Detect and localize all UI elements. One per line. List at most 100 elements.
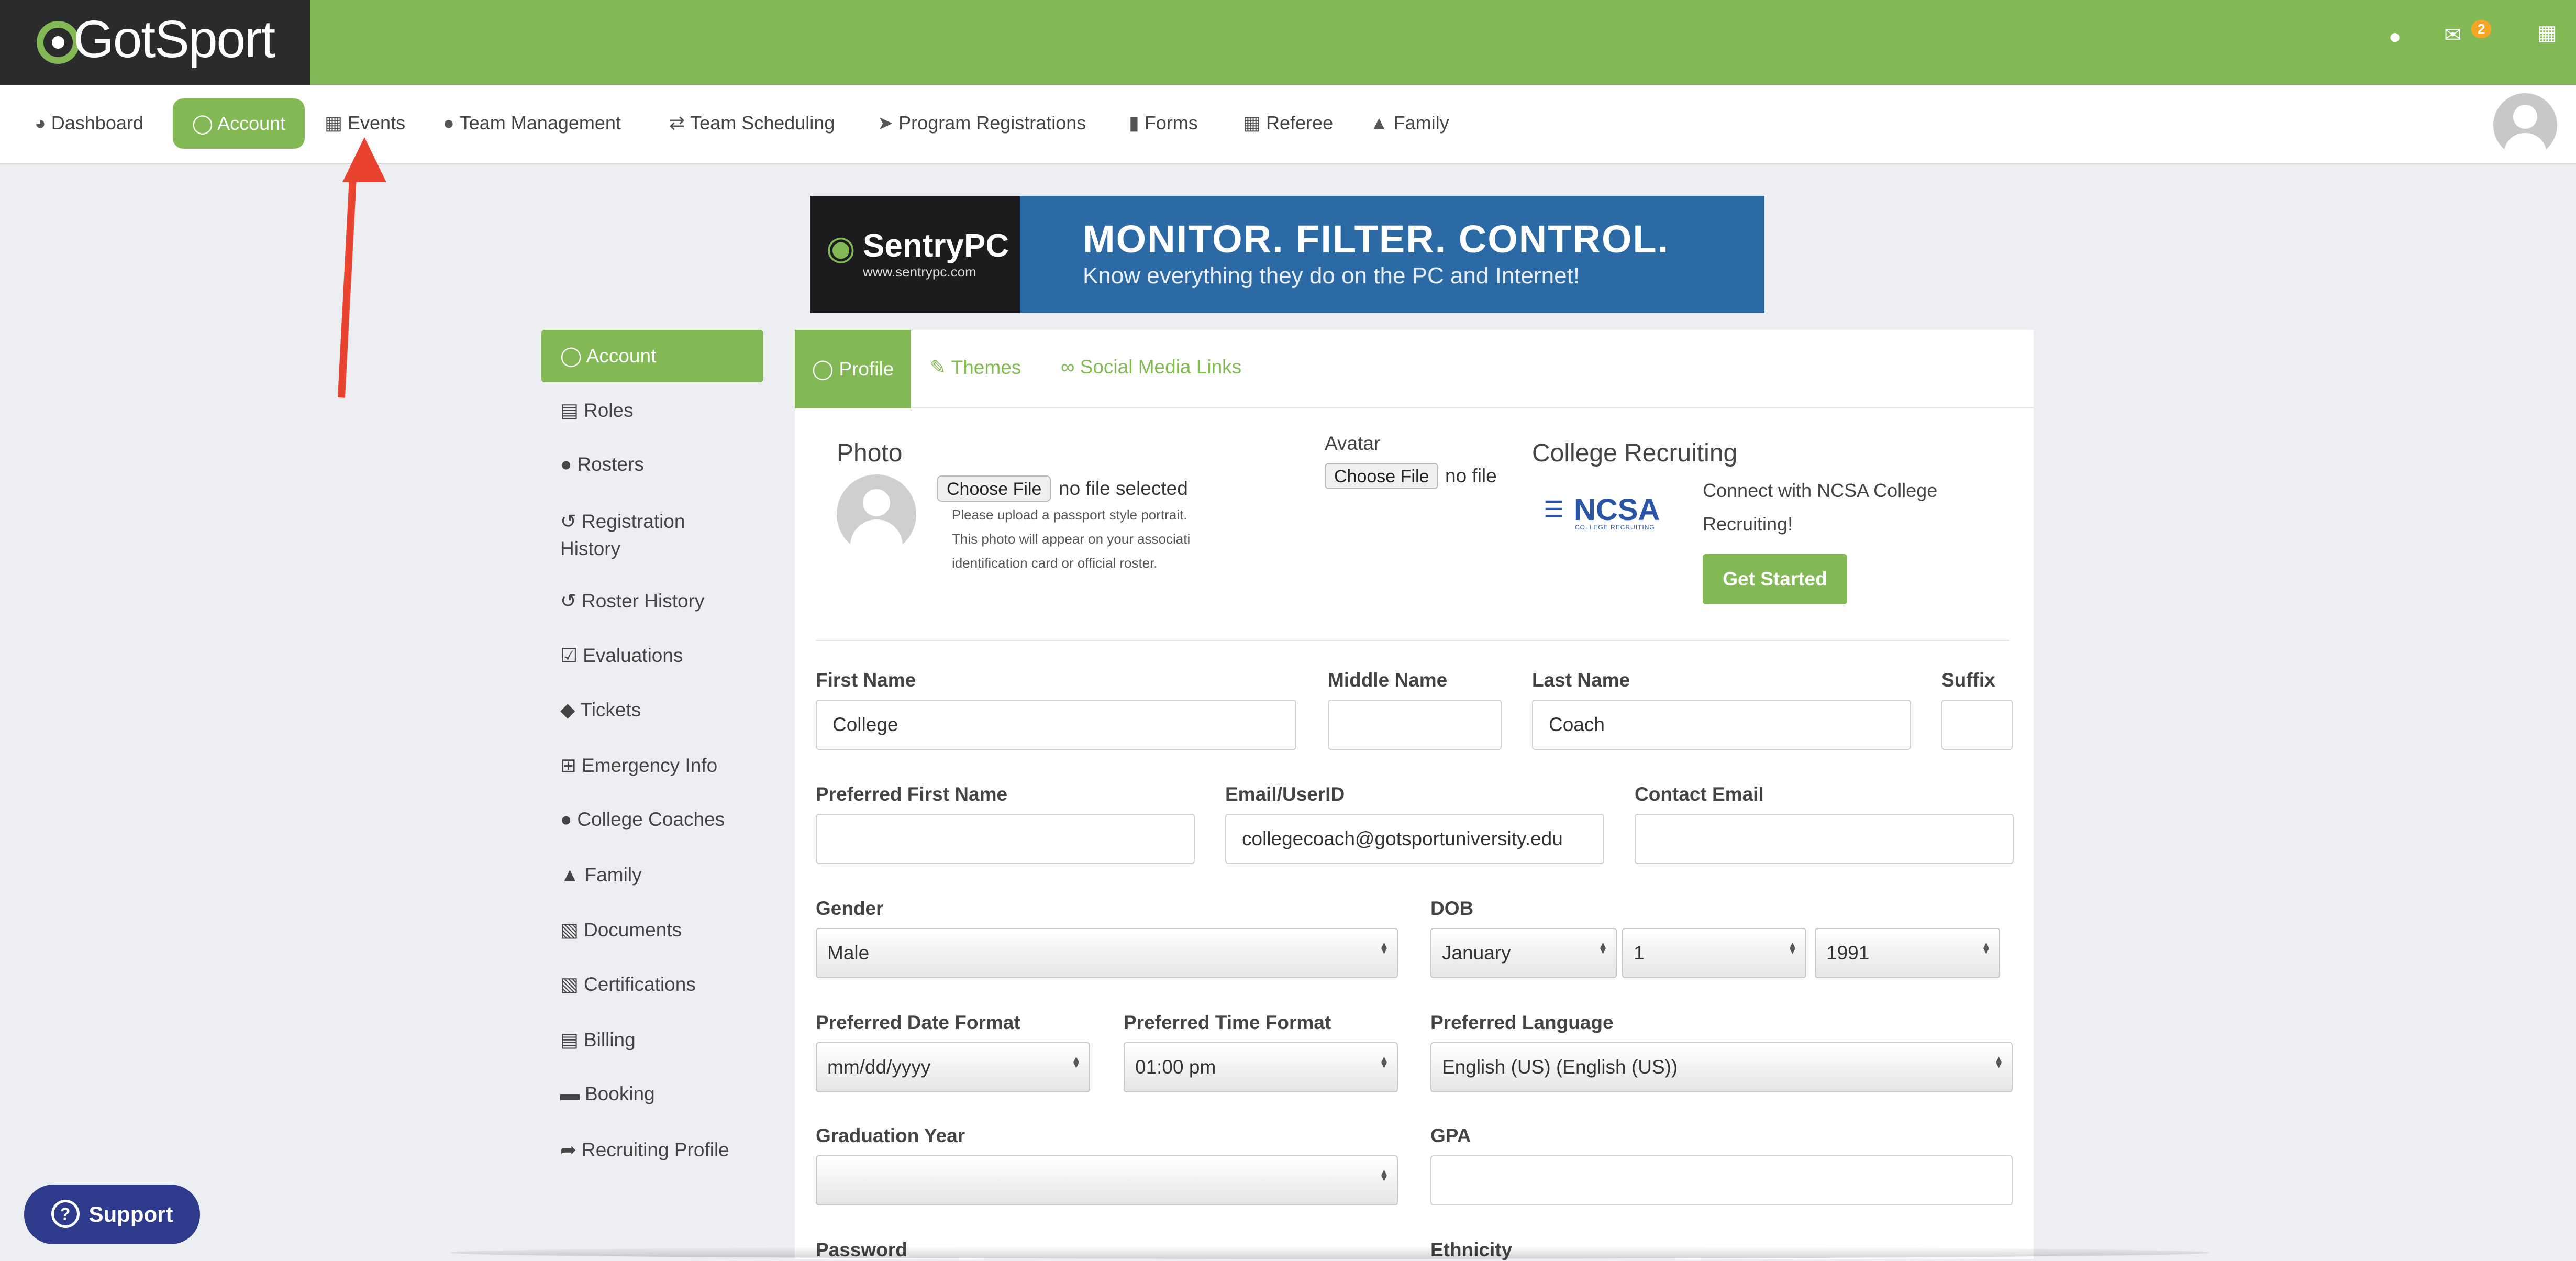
sidebar-item-roles[interactable]: ▤ Roles: [560, 399, 634, 422]
first-name-label: First Name: [816, 669, 916, 691]
sidebar-item-tickets[interactable]: ◆ Tickets: [560, 699, 641, 721]
history-icon: ↺: [560, 590, 577, 612]
email-label: Email/UserID: [1225, 783, 1345, 805]
dob-month-select[interactable]: January: [1430, 928, 1617, 978]
graduation-year-select[interactable]: [816, 1155, 1398, 1205]
tab-themes[interactable]: ✎ Themes: [930, 356, 1021, 379]
user-icon: ●: [560, 809, 572, 830]
sidebar-item-rosters[interactable]: ● Rosters: [560, 453, 644, 475]
sidebar-item-evaluations[interactable]: ☑ Evaluations: [560, 644, 683, 667]
sidebar-item-billing[interactable]: ▤ Billing: [560, 1028, 636, 1051]
folder-open-icon: ▧: [560, 974, 579, 995]
photo-choose-file-button[interactable]: Choose File: [937, 475, 1051, 502]
tab-profile[interactable]: ◯ Profile: [795, 330, 911, 408]
nav-referee[interactable]: ▦ Referee: [1243, 112, 1333, 134]
ncsa-mark-icon: ☰: [1544, 497, 1564, 523]
nav-program-registrations[interactable]: ➤ Program Registrations: [878, 112, 1086, 134]
avatar-choose-file-button[interactable]: Choose File: [1325, 463, 1439, 489]
id-card-icon: ▤: [560, 400, 579, 421]
suffix-label: Suffix: [1941, 669, 1995, 691]
nav-team-scheduling[interactable]: ⇄ Team Scheduling: [669, 112, 835, 134]
bed-icon: ▬: [560, 1083, 580, 1104]
user-circle-icon: ◯: [192, 113, 218, 134]
sitemap-icon: ▲: [1370, 112, 1389, 134]
dob-day-select[interactable]: 1: [1622, 928, 1806, 978]
college-recruiting-heading: College Recruiting: [1532, 439, 1738, 467]
top-bar: [0, 0, 2576, 85]
photo-heading: Photo: [837, 439, 903, 467]
email-input[interactable]: collegecoach@gotsportuniversity.edu: [1225, 814, 1604, 864]
user-icon[interactable]: ●: [2389, 25, 2401, 49]
ad-banner[interactable]: ◉ SentryPC www.sentrypc.com MONITOR. FIL…: [810, 196, 1764, 313]
share-icon: ➦: [560, 1139, 577, 1160]
last-name-input[interactable]: Coach: [1532, 700, 1911, 750]
nav-family[interactable]: ▲ Family: [1370, 112, 1449, 134]
time-format-label: Preferred Time Format: [1124, 1012, 1331, 1033]
sidebar-item-family[interactable]: ▲ Family: [560, 864, 642, 886]
ticket-icon: ◆: [560, 699, 575, 721]
gender-select[interactable]: Male: [816, 928, 1398, 978]
photo-file-status: no file selected: [1059, 478, 1188, 499]
nav-account[interactable]: ◯ Account: [173, 98, 305, 149]
ncsa-text-2: Recruiting!: [1703, 513, 1793, 535]
logo-text: GotSport: [73, 10, 275, 69]
avatar-file-status: no file: [1445, 465, 1497, 486]
user-circle-icon: ◯: [560, 345, 586, 367]
annotation-arrow: [337, 167, 357, 398]
contact-email-label: Contact Email: [1635, 783, 1764, 805]
date-format-select[interactable]: mm/dd/yyyy: [816, 1042, 1090, 1092]
preferred-first-name-input[interactable]: [816, 814, 1195, 864]
brush-icon: ✎: [930, 357, 951, 378]
exchange-icon: ⇄: [669, 112, 685, 134]
ncsa-logo[interactable]: ☰ NCSA COLLEGE RECRUITING: [1539, 492, 1665, 534]
sidebar-item-booking[interactable]: ▬ Booking: [560, 1083, 655, 1105]
nav-team-management[interactable]: ● Team Management: [443, 112, 621, 134]
gpa-input[interactable]: [1430, 1155, 2013, 1205]
nav-events[interactable]: ▦ Events: [325, 112, 405, 134]
date-format-label: Preferred Date Format: [816, 1012, 1020, 1033]
time-format-select[interactable]: 01:00 pm: [1124, 1042, 1398, 1092]
shield-icon: ◉: [826, 229, 856, 267]
logo[interactable]: GotSport: [0, 0, 310, 85]
sidebar-item-certifications[interactable]: ▧ Certifications: [560, 973, 696, 995]
get-started-button[interactable]: Get Started: [1703, 554, 1847, 604]
tab-social-media-links[interactable]: ∞ Social Media Links: [1061, 356, 1241, 378]
sidebar-item-roster-history[interactable]: ↺ Roster History: [560, 590, 704, 612]
nav-dashboard[interactable]: ◕ Dashboard: [35, 112, 143, 134]
sidebar-item-account[interactable]: ◯ Account: [541, 330, 763, 382]
avatar-heading: Avatar: [1325, 433, 1381, 454]
user-circle-icon: ◯: [812, 358, 839, 380]
user-avatar[interactable]: [2493, 93, 2557, 157]
file-icon: ▮: [1129, 112, 1139, 134]
dashboard-icon: ◕: [35, 112, 46, 134]
mail-icon[interactable]: ✉: [2444, 23, 2462, 47]
contact-email-input[interactable]: [1635, 814, 2014, 864]
dob-label: DOB: [1430, 898, 1474, 919]
sidebar-item-emergency-info[interactable]: ⊞ Emergency Info: [560, 754, 717, 777]
mail-badge: 2: [2471, 20, 2492, 38]
question-circle-icon: ?: [51, 1199, 80, 1228]
photo-hint-3: identification card or official roster.: [952, 555, 1158, 571]
sidebar-item-documents[interactable]: ▧ Documents: [560, 919, 682, 941]
sitemap-icon: ▲: [560, 864, 580, 886]
dob-year-select[interactable]: 1991: [1815, 928, 2000, 978]
plus-square-icon: ⊞: [560, 755, 577, 776]
language-label: Preferred Language: [1430, 1012, 1614, 1033]
gender-label: Gender: [816, 898, 884, 919]
paper-plane-icon: ➤: [878, 112, 894, 134]
sidebar-item-registration-history[interactable]: ↺ Registration History: [560, 508, 685, 562]
sidebar-item-college-coaches[interactable]: ● College Coaches: [560, 809, 725, 831]
suffix-input[interactable]: [1941, 700, 2013, 750]
sidebar-item-recruiting-profile[interactable]: ➦ Recruiting Profile: [560, 1138, 729, 1161]
folder-open-icon: ▧: [560, 919, 579, 941]
apps-grid-icon[interactable]: ▦: [2537, 21, 2557, 45]
support-button[interactable]: ? Support: [24, 1185, 200, 1244]
nav-forms[interactable]: ▮ Forms: [1129, 112, 1198, 134]
first-name-input[interactable]: College: [816, 700, 1296, 750]
preferred-first-name-label: Preferred First Name: [816, 783, 1008, 805]
graduation-year-label: Graduation Year: [816, 1125, 965, 1146]
ncsa-text-1: Connect with NCSA College: [1703, 480, 1938, 501]
language-select[interactable]: English (US) (English (US)): [1430, 1042, 2013, 1092]
calendar-icon: ▦: [1243, 112, 1261, 134]
middle-name-input[interactable]: [1328, 700, 1502, 750]
